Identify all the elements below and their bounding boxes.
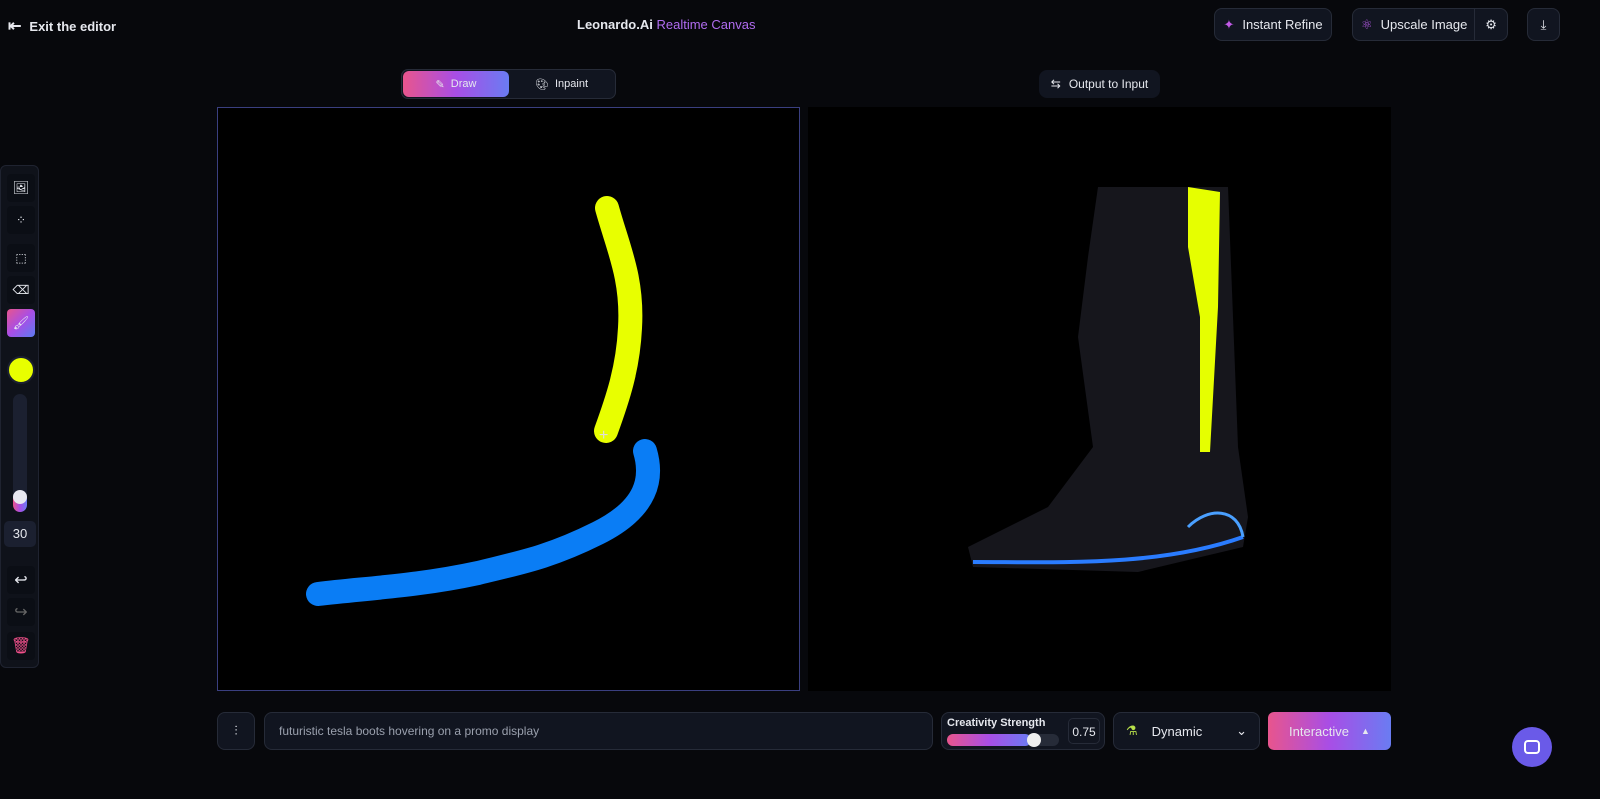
creativity-thumb[interactable]	[1027, 733, 1041, 747]
sliders-icon: ⫶	[234, 723, 238, 738]
atom-icon: ⚛	[1361, 16, 1373, 32]
download-button[interactable]: ⤓	[1527, 8, 1560, 41]
inpaint-label: Inpaint	[554, 78, 588, 90]
undo-button[interactable]: ↩	[7, 566, 35, 594]
sparkle-icon: ✦	[1223, 16, 1235, 32]
drawing-canvas[interactable]: +	[217, 107, 800, 691]
brush-color-swatch[interactable]	[7, 356, 35, 384]
image-plus-icon: 🖼︎	[12, 180, 30, 195]
chat-support-button[interactable]	[1512, 727, 1552, 767]
settings-sliders-button[interactable]: ⫶	[217, 712, 255, 750]
blue-stroke	[306, 439, 660, 606]
clear-canvas-button[interactable]: 🗑︎	[7, 632, 35, 660]
mode-toggle: ✎ Draw 🎨︎ Inpaint	[401, 69, 616, 99]
eraser-icon: ⌫	[12, 283, 30, 297]
draw-icon: ✎	[435, 78, 445, 91]
prompt-input[interactable]: futuristic tesla boots hovering on a pro…	[264, 712, 933, 750]
pattern-button[interactable]: ⁘	[7, 206, 35, 234]
selection-icon: ⬚	[15, 251, 27, 265]
interactive-label: Interactive	[1289, 723, 1350, 739]
instant-refine-button[interactable]: ✦ Instant Refine	[1214, 8, 1332, 41]
exit-arrow-icon: ⇤	[8, 18, 22, 35]
interactive-button[interactable]: Interactive ▲	[1268, 712, 1391, 750]
creativity-value[interactable]: 0.75	[1068, 718, 1100, 744]
trash-icon: 🗑︎	[10, 638, 32, 655]
exit-editor-button[interactable]: ⇤ Exit the editor	[8, 16, 116, 36]
swap-icon: ⇆	[1050, 77, 1061, 91]
instant-refine-label: Instant Refine	[1242, 17, 1323, 32]
brand-name: Leonardo.Ai	[577, 17, 653, 32]
page-title: Leonardo.Ai Realtime Canvas	[577, 17, 755, 32]
title-accent: Realtime Canvas	[656, 17, 756, 32]
select-button[interactable]: ⬚	[7, 244, 35, 272]
brush-size-slider[interactable]	[13, 394, 27, 512]
style-selected: Dynamic	[1151, 723, 1203, 739]
brush-size-value: 30	[4, 521, 36, 547]
yellow-stroke	[594, 196, 643, 443]
dots-grid-icon: ⁘	[15, 213, 27, 227]
canvas-toolbar: 🖼︎ ⁘ ⬚ ⌫ 🖌︎ 30 ↩ ↪ 🗑︎	[0, 165, 39, 668]
brush-size-thumb[interactable]	[13, 490, 27, 504]
upscale-label: Upscale Image	[1380, 17, 1468, 32]
output-to-input-label: Output to Input	[1068, 77, 1149, 91]
draw-label: Draw	[450, 78, 477, 90]
output-to-input-button[interactable]: ⇆ Output to Input	[1039, 70, 1160, 98]
style-dropdown[interactable]: ⚗ Dynamic ⌄	[1113, 712, 1260, 750]
upscale-group: ⚛ Upscale Image ⚙	[1352, 8, 1508, 41]
download-icon: ⤓	[1540, 16, 1547, 32]
creativity-slider[interactable]	[947, 733, 1059, 747]
potion-icon: ⚗	[1126, 723, 1138, 738]
output-image	[808, 107, 1391, 691]
tab-draw[interactable]: ✎ Draw	[403, 71, 509, 97]
palette-icon: 🎨︎	[535, 78, 549, 91]
caret-up-icon[interactable]: ▲	[1361, 726, 1370, 736]
crosshair-cursor: +	[599, 427, 608, 444]
chat-icon	[1524, 740, 1540, 754]
exit-label: Exit the editor	[29, 18, 117, 34]
redo-button[interactable]: ↪	[7, 598, 35, 626]
brush-icon: 🖌︎	[12, 315, 30, 330]
brush-button[interactable]: 🖌︎	[7, 309, 35, 337]
redo-icon: ↪	[14, 604, 28, 621]
upscale-image-button[interactable]: ⚛ Upscale Image	[1353, 9, 1476, 40]
canvas-strokes: +	[306, 196, 660, 606]
eraser-button[interactable]: ⌫	[7, 276, 35, 304]
tab-inpaint[interactable]: 🎨︎ Inpaint	[509, 71, 614, 97]
creativity-strength-control: Creativity Strength 0.75	[941, 712, 1105, 750]
creativity-label: Creativity Strength	[947, 717, 1046, 729]
boot-image	[968, 187, 1248, 572]
undo-icon: ↩	[14, 572, 28, 589]
chevron-down-icon: ⌄	[1236, 723, 1247, 738]
add-image-button[interactable]: 🖼︎	[7, 174, 35, 202]
settings-icon[interactable]: ⚙	[1475, 17, 1507, 33]
